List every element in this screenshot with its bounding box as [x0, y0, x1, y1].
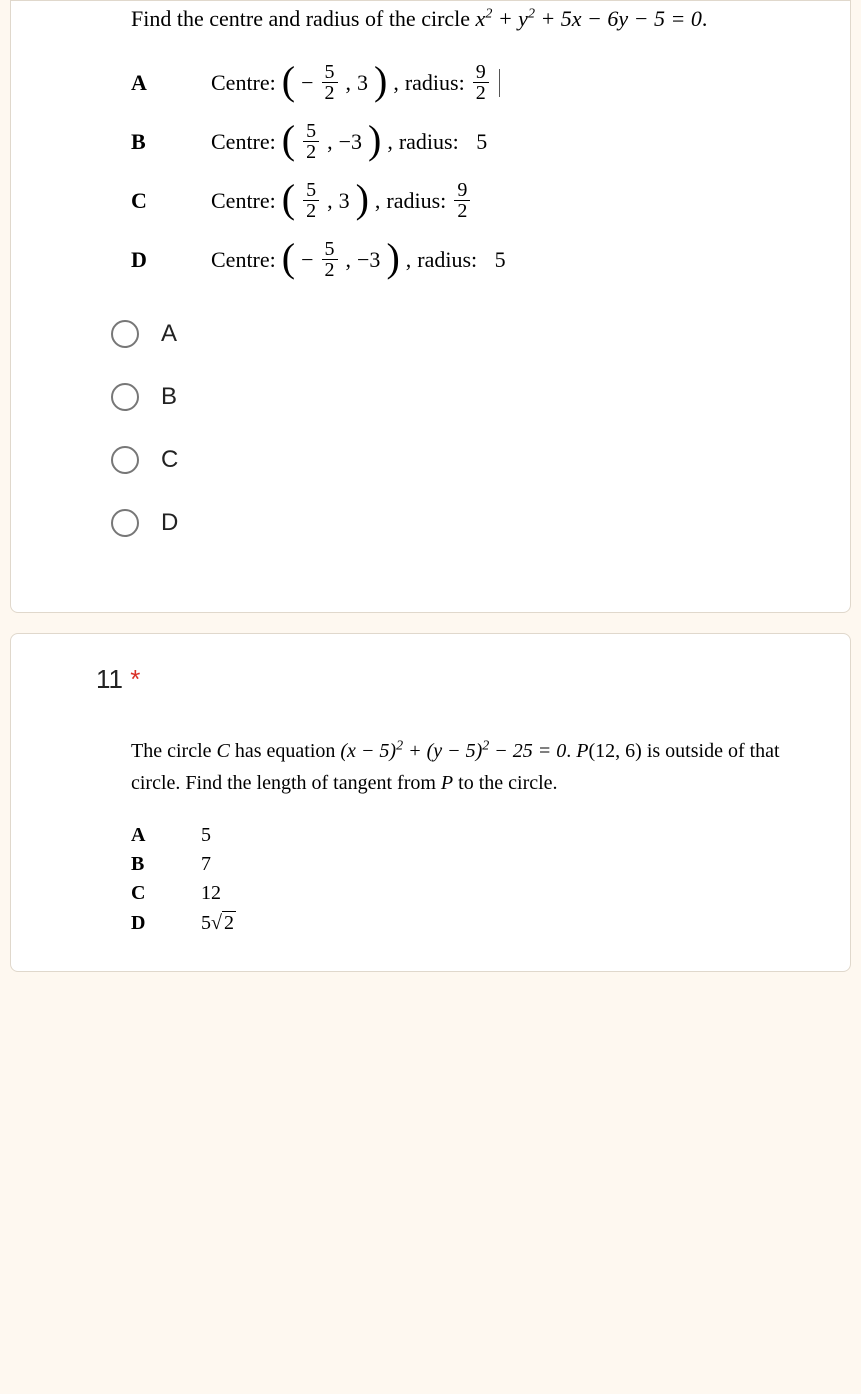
- radio-icon: [111, 320, 139, 348]
- cy: −3: [339, 129, 362, 155]
- neg-sign: −: [301, 247, 313, 273]
- question-number: 11 *: [46, 664, 815, 695]
- radio-icon: [111, 446, 139, 474]
- question-card-10: Find the centre and radius of the circle…: [10, 0, 851, 613]
- option-letter: C: [131, 882, 201, 905]
- neg-sign: −: [301, 70, 313, 96]
- centre-label: Centre:: [211, 247, 276, 273]
- radio-option-D[interactable]: D: [111, 509, 815, 537]
- cx-frac: 52: [322, 62, 338, 103]
- radio-label: C: [161, 446, 178, 474]
- question-card-11: 11 * The circle C has equation (x − 5)2 …: [10, 633, 851, 972]
- cx-frac: 52: [303, 180, 319, 221]
- option-def-C: C 12: [131, 882, 815, 905]
- answer-definitions: A Centre: ( − 52 , 3 ) , radius: 92 B Ce…: [46, 62, 815, 280]
- radio-group: A B C D: [46, 320, 815, 537]
- option-def-A: A Centre: ( − 52 , 3 ) , radius: 92: [131, 62, 815, 103]
- option-letter: B: [131, 853, 201, 876]
- radio-option-B[interactable]: B: [111, 383, 815, 411]
- centre-label: Centre:: [211, 188, 276, 214]
- question-prompt: Find the centre and radius of the circle…: [46, 1, 815, 32]
- radio-label: A: [161, 320, 177, 348]
- option-def-B: B Centre: ( 52 , −3 ) , radius: 5: [131, 121, 815, 162]
- radio-option-C[interactable]: C: [111, 446, 815, 474]
- option-letter: D: [131, 912, 201, 935]
- option-def-C: C Centre: ( 52 , 3 ) , radius: 92: [131, 180, 815, 221]
- radio-icon: [111, 509, 139, 537]
- qnum-text: 11: [96, 664, 123, 694]
- equation: x2 + y2 + 5x − 6y − 5 = 0: [476, 6, 702, 31]
- radio-label: B: [161, 383, 177, 411]
- radius-label: radius:: [417, 247, 477, 273]
- equation: (x − 5)2 + (y − 5)2 − 25 = 0: [340, 740, 566, 762]
- radio-label: D: [161, 509, 178, 537]
- option-def-A: A 5: [131, 824, 815, 847]
- option-value: 12: [201, 882, 221, 905]
- radius-val: 5: [476, 129, 487, 155]
- option-def-D: D 5√2: [131, 911, 815, 935]
- required-asterisk: *: [130, 664, 140, 694]
- option-letter: A: [131, 824, 201, 847]
- cursor-icon: [499, 69, 500, 97]
- centre-label: Centre:: [211, 70, 276, 96]
- answer-definitions: A 5 B 7 C 12 D 5√2: [46, 824, 815, 935]
- radius-label: radius:: [386, 188, 446, 214]
- radio-option-A[interactable]: A: [111, 320, 815, 348]
- option-letter: C: [131, 188, 211, 214]
- var-P: P: [441, 772, 453, 794]
- radius-frac: 92: [454, 180, 470, 221]
- option-value: 5: [201, 824, 211, 847]
- var-C: C: [217, 740, 230, 762]
- cx-frac: 52: [303, 121, 319, 162]
- centre-label: Centre:: [211, 129, 276, 155]
- option-letter: D: [131, 247, 211, 273]
- radius-label: radius:: [399, 129, 459, 155]
- option-def-B: B 7: [131, 853, 815, 876]
- cx-frac: 52: [322, 239, 338, 280]
- option-value: 7: [201, 853, 211, 876]
- question-prompt: The circle C has equation (x − 5)2 + (y …: [46, 735, 815, 799]
- cy: 3: [339, 188, 350, 214]
- option-value: 5√2: [201, 911, 236, 935]
- option-letter: A: [131, 70, 211, 96]
- radius-label: radius:: [405, 70, 465, 96]
- option-def-D: D Centre: ( − 52 , −3 ) , radius: 5: [131, 239, 815, 280]
- radius-val: 5: [495, 247, 506, 273]
- cy: −3: [357, 247, 380, 273]
- radio-icon: [111, 383, 139, 411]
- prompt-text: Find the centre and radius of the circle: [131, 6, 476, 31]
- cy: 3: [357, 70, 368, 96]
- option-letter: B: [131, 129, 211, 155]
- radius-frac: 92: [473, 62, 489, 103]
- point-P: P: [576, 740, 588, 762]
